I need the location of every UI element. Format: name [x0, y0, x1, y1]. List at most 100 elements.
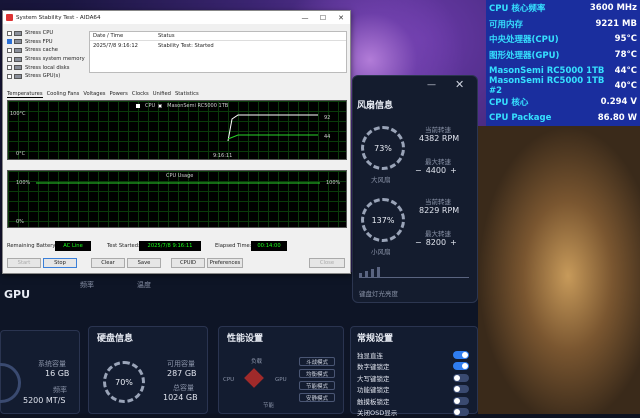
osd-value: 0.294 V [601, 97, 637, 107]
temp-series-svg [8, 101, 347, 160]
setting-toggle[interactable] [453, 351, 469, 359]
perf-top-label: 负载 [251, 357, 262, 365]
osd-value: 40°C [615, 81, 637, 91]
stress-checkbox[interactable] [7, 65, 12, 70]
preferences-button[interactable]: Preferences [207, 258, 243, 268]
small-fan-cur-label: 当前转速 [425, 196, 451, 206]
osd-row: 可用内存9221 MB [486, 16, 640, 32]
big-fan-max-stepper: − 4400 + [415, 166, 457, 175]
setting-toggle[interactable] [453, 374, 469, 382]
stress-checkbox[interactable] [7, 48, 12, 53]
perf-mode-button[interactable]: 均衡模式 [299, 369, 335, 378]
maximize-button[interactable]: ☐ [314, 11, 332, 24]
title-bar[interactable]: System Stability Test - AIDA64 — ☐ ✕ [3, 11, 350, 24]
stress-options: Stress CPU Stress FPUStress cacheStress s… [7, 29, 89, 81]
tab-cooling-fans[interactable]: Cooling Fans [47, 91, 80, 98]
stress-option[interactable]: Stress CPU [7, 29, 89, 38]
desktop-image [478, 126, 640, 414]
perf-mode-button[interactable]: 斗战模式 [299, 357, 335, 366]
elapsed-value: 00:14:00 [251, 241, 287, 251]
general-title: 常规设置 [357, 331, 393, 344]
keyboard-light-label: 键盘灯光亮度 [359, 288, 398, 298]
gpu-label: GPU [4, 288, 30, 301]
app-icon [6, 14, 13, 21]
close-dialog-button[interactable]: Close [309, 258, 345, 268]
tab-unified[interactable]: Unified [153, 91, 171, 98]
clear-button[interactable]: Clear [91, 258, 125, 268]
hw-monitor-osd: CPU 核心频率3600 MHz可用内存9221 MB中央处理器(CPU)95°… [486, 0, 640, 126]
big-fan-minus-button[interactable]: − [415, 166, 422, 175]
tab-strip: Temperatures Cooling FansVoltages Powers Cl… [7, 91, 347, 98]
fan-info-panel: 风扇信息 — ✕ 73% 大风扇 当前转速 4382 RPM 最大转速 − 44… [352, 75, 478, 303]
stress-label: Stress FPU [25, 39, 53, 45]
stress-option[interactable]: Stress FPU [7, 38, 89, 47]
stress-checkbox[interactable] [7, 57, 12, 62]
stress-label: Stress local disks [25, 65, 69, 71]
osd-key: MasonSemi RC5000 1TB #2 [489, 76, 615, 96]
stress-option[interactable]: Stress local disks [7, 63, 89, 72]
big-fan-cur-label: 当前转速 [425, 124, 451, 134]
tab-temperatures[interactable]: Temperatures [7, 91, 43, 98]
keyboard-brightness-slider[interactable] [359, 264, 469, 278]
battery-label: Remaining Battery: [7, 243, 57, 249]
setting-row: 关闭OSD显示 [357, 407, 469, 418]
cpu-temp-line [228, 115, 318, 141]
close-button[interactable]: ✕ [455, 78, 464, 91]
tab-voltages[interactable]: Voltages [83, 91, 105, 98]
setting-toggle[interactable] [453, 408, 469, 416]
tab-clocks[interactable]: Clocks [132, 91, 149, 98]
setting-label: 独显直连 [357, 350, 383, 360]
small-fan-max-stepper: − 8200 + [415, 238, 457, 247]
disk-title: 硬盘信息 [97, 331, 133, 344]
disk-temp-line [228, 135, 318, 139]
minimize-button[interactable]: — [296, 11, 314, 24]
tab-powers[interactable]: Powers [110, 91, 128, 98]
osd-key: 图形处理器(GPU) [489, 49, 559, 61]
tab-statistics[interactable]: Statistics [175, 91, 199, 98]
close-button[interactable]: ✕ [332, 11, 350, 24]
stress-option[interactable]: Stress GPU(s) [7, 72, 89, 81]
log-col-status: Status [158, 33, 175, 39]
stress-checkbox[interactable] [7, 74, 12, 79]
disk-avail-label: 可用容量 [167, 359, 195, 369]
stress-checkbox[interactable] [7, 39, 12, 44]
osd-value: 86.80 W [598, 113, 637, 123]
small-fan-plus-button[interactable]: + [450, 238, 457, 247]
cpuid-button[interactable]: CPUID [171, 258, 205, 268]
osd-row: CPU 核心0.294 V [486, 94, 640, 110]
perf-mode-button[interactable]: 节能模式 [299, 381, 335, 390]
log-header: Date / Time Status [90, 32, 346, 41]
aida64-stability-window: System Stability Test - AIDA64 — ☐ ✕ Str… [2, 10, 351, 274]
table-row[interactable]: 2025/7/8 9:16:12 Stability Test: Started [90, 41, 346, 50]
save-button[interactable]: Save [127, 258, 161, 268]
osd-value: 44°C [615, 66, 637, 76]
setting-row: 功能键锁定 [357, 384, 469, 396]
disk-total-value: 1024 GB [163, 393, 198, 402]
setting-toggle[interactable] [453, 397, 469, 405]
perf-gpu-label: GPU [275, 377, 287, 383]
small-fan-gauge: 137% [361, 198, 405, 242]
perf-mode-button[interactable]: 安静模式 [299, 393, 335, 402]
setting-toggle[interactable] [453, 385, 469, 393]
setting-toggle[interactable] [453, 362, 469, 370]
stress-label: Stress system memory [25, 56, 85, 62]
start-button[interactable]: Start [7, 258, 41, 268]
stress-checkbox[interactable] [7, 31, 12, 36]
stop-button[interactable]: Stop [43, 258, 77, 268]
minimize-button[interactable]: — [427, 80, 436, 90]
setting-label: 触摸板锁定 [357, 396, 390, 406]
stress-label: Stress GPU(s) [25, 73, 60, 79]
osd-row: CPU Package86.80 W [486, 110, 640, 126]
stress-option[interactable]: Stress cache [7, 46, 89, 55]
stress-label: Stress CPU [25, 30, 53, 36]
perf-modes: 斗战模式均衡模式节能模式安静模式 [299, 357, 335, 405]
mem-cap-label: 系统容量 [38, 359, 66, 369]
log-cell-datetime: 2025/7/8 9:16:12 [90, 43, 158, 49]
memory-gauge [0, 363, 21, 403]
small-fan-minus-button[interactable]: − [415, 238, 422, 247]
osd-value: 95°C [615, 34, 637, 44]
freq-label: 频率 [80, 280, 94, 290]
stress-option[interactable]: Stress system memory [7, 55, 89, 64]
settings-list: 独显直连数字键锁定大写键锁定功能键锁定触摸板锁定关闭OSD显示 [357, 349, 469, 418]
big-fan-plus-button[interactable]: + [450, 166, 457, 175]
